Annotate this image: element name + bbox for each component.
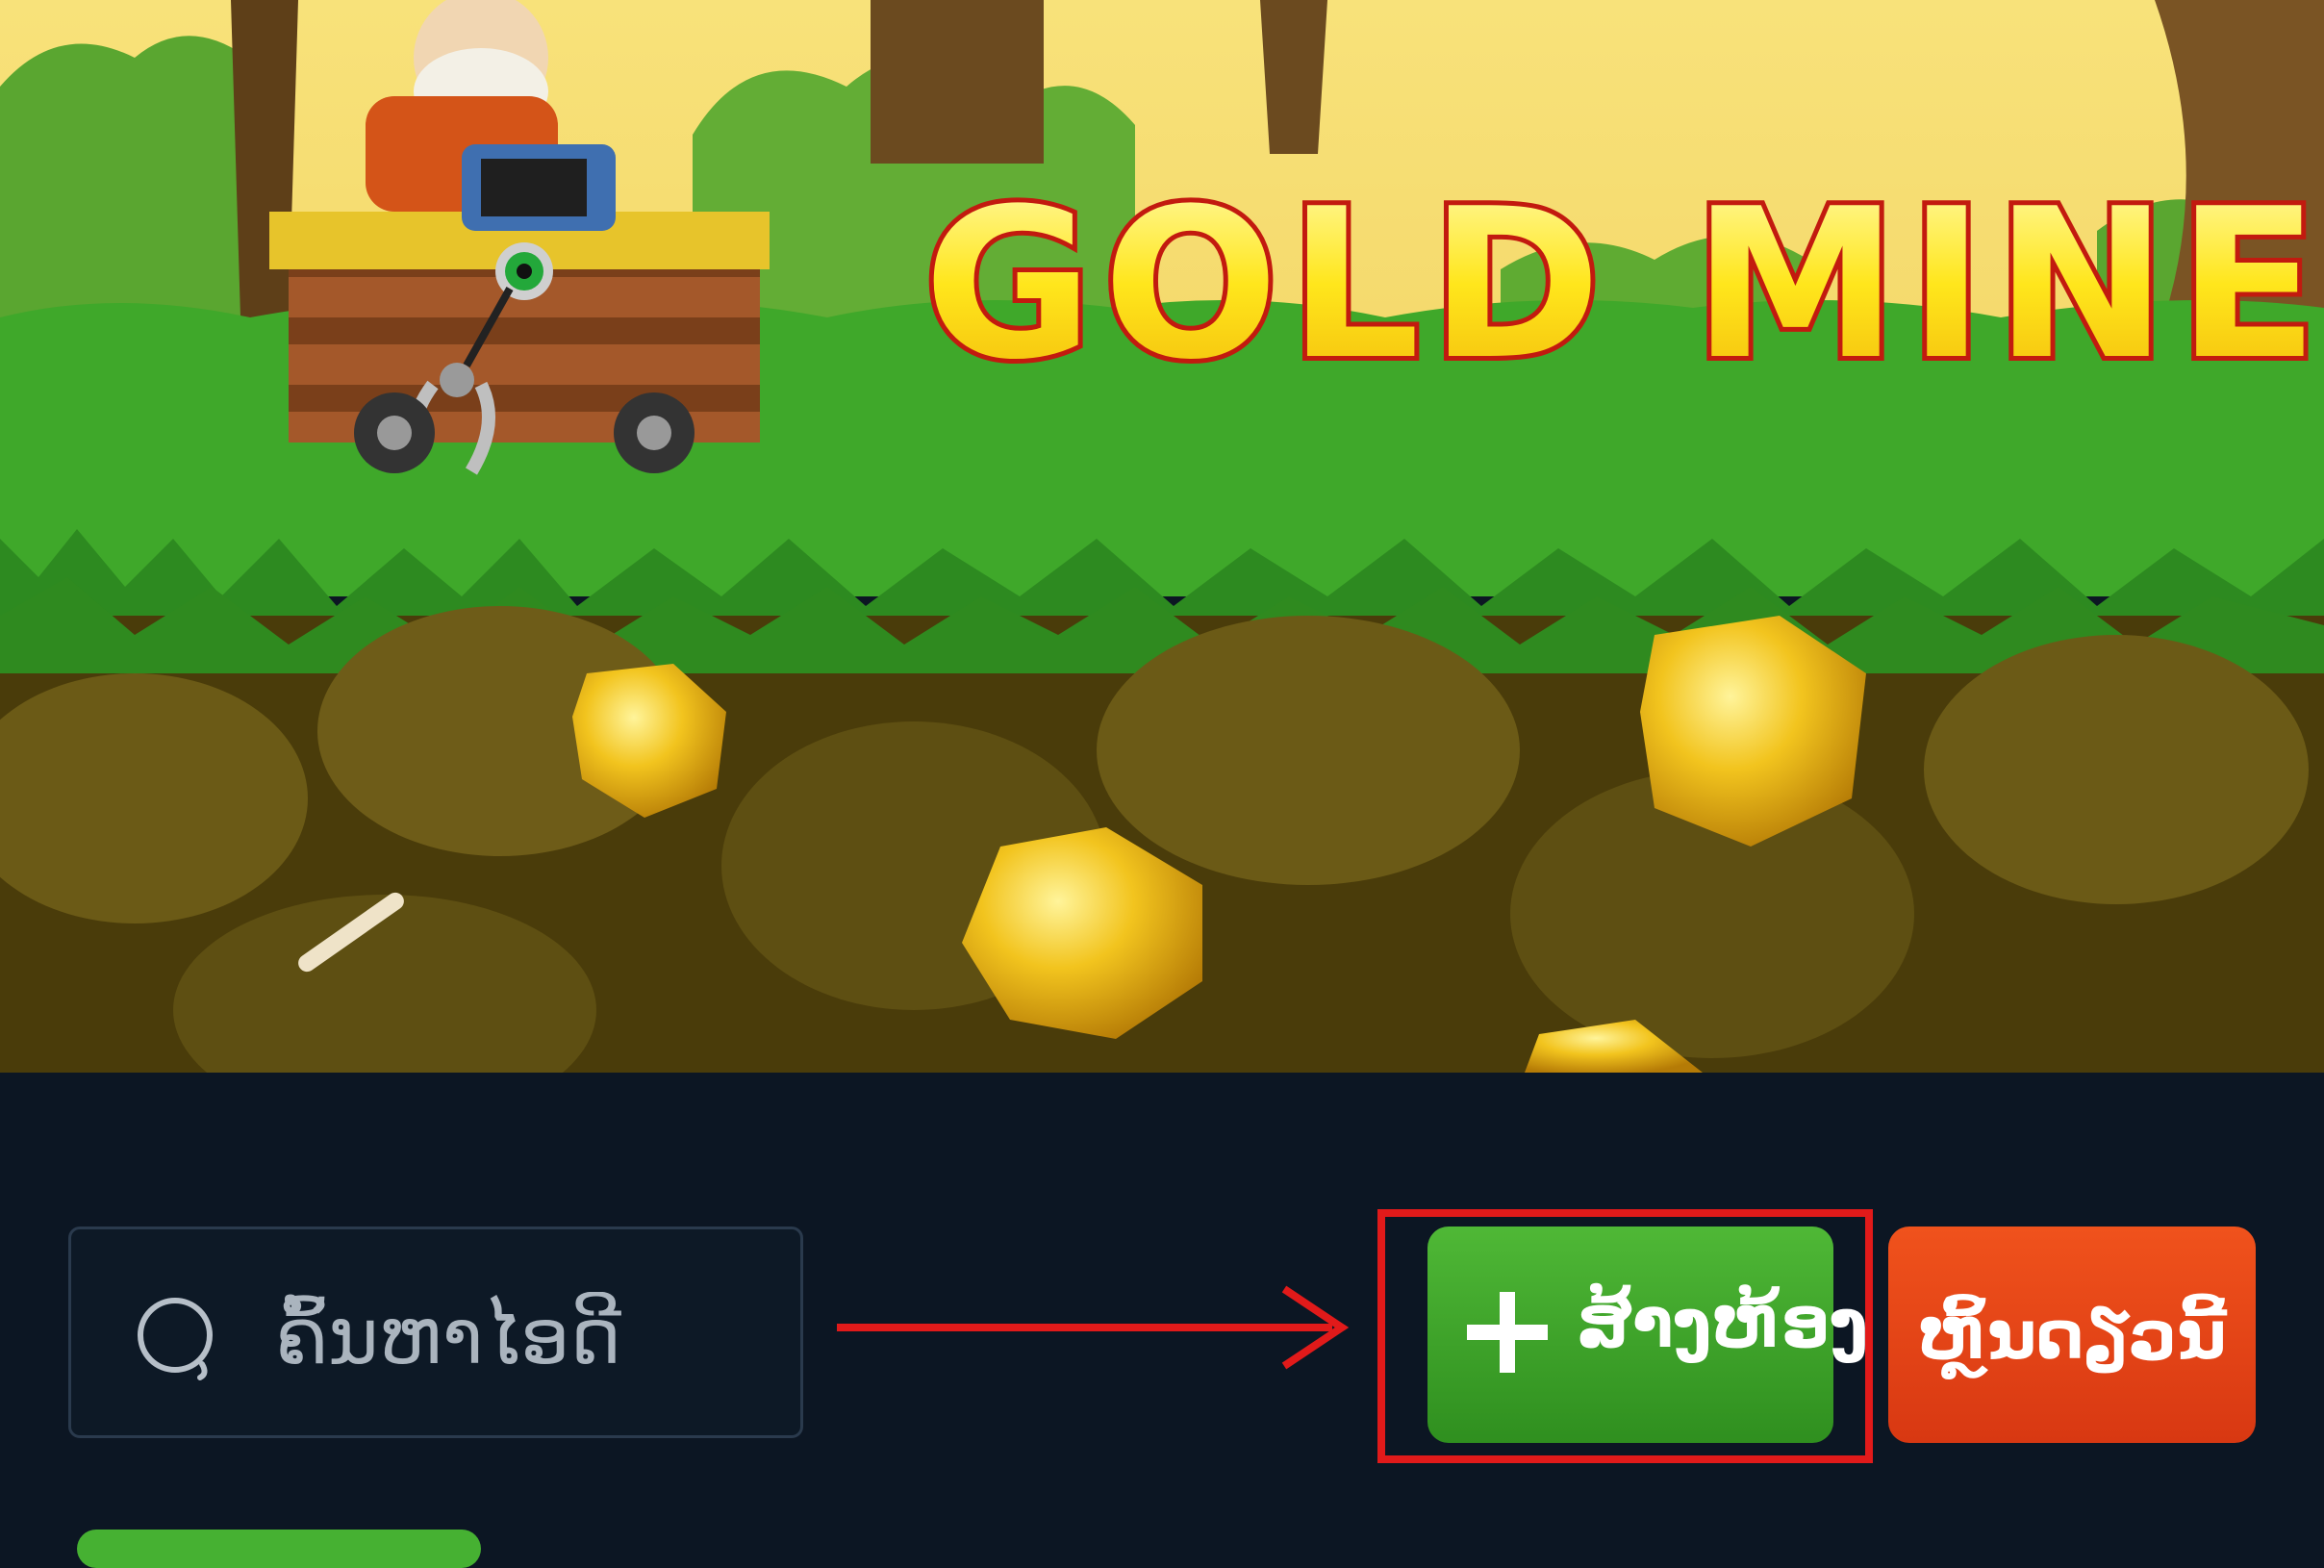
plus-icon (1467, 1292, 1548, 1373)
search-input[interactable] (273, 1277, 777, 1395)
join-now-button[interactable]: ຫຼິ້ນດຽວນີ້ (1888, 1227, 2256, 1443)
game-banner: GOLD MINER (0, 0, 2324, 1073)
pointer-arrow (837, 1285, 1350, 1370)
search-box[interactable] (68, 1227, 803, 1438)
game-title: GOLD MINER (923, 164, 2324, 405)
create-room-button[interactable]: ສ້າງຫ້ອງ (1427, 1227, 1868, 1443)
bottom-green-button[interactable] (77, 1530, 481, 1568)
create-room-label: ສ້າງຫ້ອງ (1577, 1284, 1869, 1363)
search-icon (138, 1298, 213, 1380)
